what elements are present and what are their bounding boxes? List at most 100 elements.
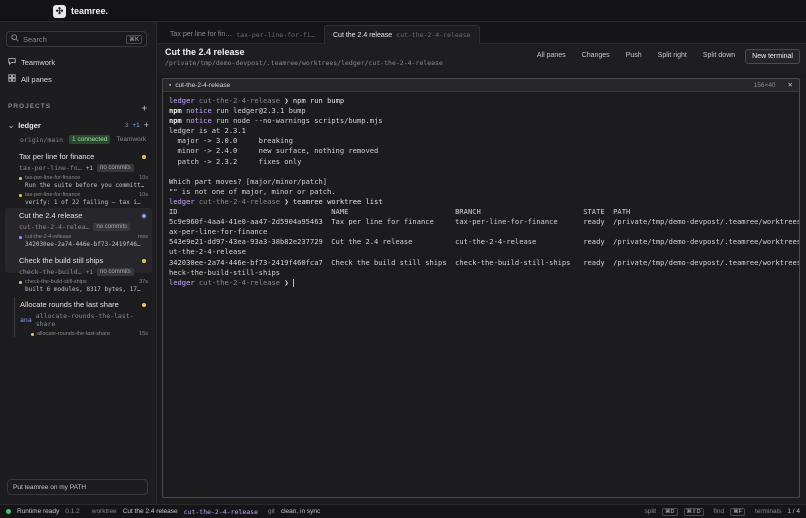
logo-icon: ✣ [53,4,66,18]
chat-icon [8,57,16,67]
status-dot [142,213,146,218]
no-commits-badge: no commits [97,164,134,172]
all-panes-button[interactable]: All panes [531,49,572,64]
terminal-output[interactable]: ledger cut-the-2-4-release ❯ npm run bum… [163,92,799,497]
add-worktree-button[interactable]: + [144,120,149,130]
terminals-count: 1 / 4 [787,508,800,515]
session-dot [19,193,22,197]
git-label: git [267,508,275,515]
push-button[interactable]: Push [620,49,648,64]
split-right-button[interactable]: Split right [652,49,693,64]
output-line: ​ [169,167,793,177]
repo-count: 3 [124,121,129,129]
add-project-button[interactable]: + [142,103,147,113]
projects-header: PROJECTS + [8,103,147,113]
session-name: tax-per-line-for-finance [25,175,81,181]
session-time: 15s [139,331,148,337]
new-terminal-button[interactable]: New terminal [745,49,800,64]
runtime-status-dot [6,509,11,514]
table-line: ax-per-line-for-finance [169,227,268,237]
search-placeholder: Search [23,34,47,44]
worktree-branch: allocate-rounds-the-last-share [35,312,134,328]
status-dot [142,302,146,307]
session-text: built 6 modules, 8317 bytes, 17… [25,286,141,293]
terminal-pane[interactable]: ▪ cut-the-2-4-release 156×40 ✕ ledger cu… [162,78,800,498]
git-status: clean, in sync [280,508,321,515]
search-input[interactable]: Search ⌘K [6,31,147,47]
worktree-item[interactable]: Tax per line for finance tax-per-line-fo… [5,149,152,206]
session-name: cut-the-2-4-release [25,234,72,240]
output-line: minor -> 2.4.0 new surface, nothing remo… [169,146,379,156]
session-time: now [137,234,148,240]
tab-title: Tax per line for fin… [170,31,233,38]
pane-header: Cut the 2.4 release /private/tmp/demo-de… [158,44,806,74]
tab-title: Cut the 2.4 release [333,31,393,39]
session-item[interactable]: check-the-build-still-ships 37s built 6 m… [19,279,152,293]
session-text: Run the suite before you committ… [25,182,144,189]
nav-all-panes[interactable]: All panes [8,74,52,84]
app-logo[interactable]: ✣ teamree. [53,4,108,18]
output-line: ledger is at 2.3.1 [169,126,246,136]
session-text: 342030ee-2a74-446e-bf73-2419f46… [25,241,141,248]
top-bar: ✣ teamree. [0,0,806,22]
repo-ledger[interactable]: ⌄ ledger 3 +1 + origin/main 1 connected … [8,120,149,144]
session-dot [31,332,34,336]
output-line: "" is not one of major, minor or patch. [169,186,336,196]
connected-badge: 1 connected [69,135,111,144]
split-shortcut: ⌘D [662,507,678,516]
worktree-label: worktree [91,508,117,515]
tab-cut-release[interactable]: Cut the 2.4 release cut-the-2-4-release [324,25,480,44]
nav-teamwork-label: Teamwork [21,57,56,67]
session-item[interactable]: allocate-rounds-the-last-share 15s [20,331,152,337]
tab-tax-per-line[interactable]: Tax per line for fin… tax-per-line-for-f… [162,25,323,44]
version: 0.1.2 [65,508,80,515]
sidebar: Search ⌘K Teamwork All panes PROJECTS + … [0,22,157,504]
find-label: find [713,508,725,515]
table-line: heck-the-build-still-ships [169,267,281,277]
worktree-item[interactable]: Allocate rounds the last share ana alloc… [14,297,152,337]
no-commits-badge: no commits [97,268,134,276]
worktree-title: Tax per line for finance [19,152,95,161]
chevron-down-icon[interactable]: ⌄ [8,121,14,130]
projects-label: PROJECTS [8,103,52,110]
path-install-button[interactable]: Put teamree on my PATH [7,479,148,495]
teamwork-link[interactable]: Teamwork [116,136,146,143]
repo-origin: origin/main [20,135,64,144]
session-time: 37s [139,279,148,285]
runtime-status: Runtime ready [17,508,60,515]
table-line: 543e9e21-dd97-43ea-93a3-38b82e237729 Cut… [169,237,799,247]
session-dot [19,235,22,239]
session-name: check-the-build-still-ships [25,279,87,285]
worktree-branch: tax-per-line-fo… [19,164,82,172]
prompt-line: ledger cut-the-2-4-release ❯ teamree wor… [169,196,383,206]
nav-teamwork[interactable]: Teamwork [8,57,55,67]
changes-button[interactable]: Changes [576,49,616,64]
table-line: ID NAME BRANCH STATE PATH [169,207,631,217]
prompt-line: ledger cut-the-2-4-release ❯ [169,278,793,288]
session-item[interactable]: tax-per-line-for-finance 10s Run the suit… [19,175,152,189]
terminal-title: cut-the-2-4-release [175,81,231,89]
split-down-button[interactable]: Split down [697,49,741,64]
worktree-branch: check-the-build… [19,268,82,276]
table-line: ut-the-2-4-release [169,247,246,257]
session-item[interactable]: cut-the-2-4-release now 342030ee-2a74-446… [19,234,152,248]
no-commits-badge: no commits [93,223,131,231]
output-line: patch -> 2.3.2 fixes only [169,156,302,166]
output-line: major -> 3.0.0 breaking [169,136,293,146]
split-down-shortcut: ⌘⇧D [683,507,704,516]
status-branch: cut-the-2-4-release [183,507,258,516]
worktree-item[interactable]: Check the build still ships check-the-bu… [5,253,152,293]
table-line: 5c9e960f-4aa4-41e0-aa47-2d5904a95463 Tax… [169,217,799,227]
session-time: 10s [139,175,148,181]
session-text: verify: 1 of 22 failing — tax i… [25,199,141,206]
npm-line: npm notice run node --no-warnings script… [169,116,383,126]
find-shortcut: ⌘F [730,507,745,516]
session-item[interactable]: tax-per-line-for-finance 10s verify: 1 of… [19,192,152,206]
session-time: 10s [139,192,148,198]
status-bar: Runtime ready 0.1.2 worktree Cut the 2.4… [0,504,806,518]
split-label: split [644,508,657,515]
nav-all-panes-label: All panes [21,74,52,84]
repo-name: ledger [18,121,41,130]
session-dot [19,176,22,180]
close-icon[interactable]: ✕ [788,81,793,89]
